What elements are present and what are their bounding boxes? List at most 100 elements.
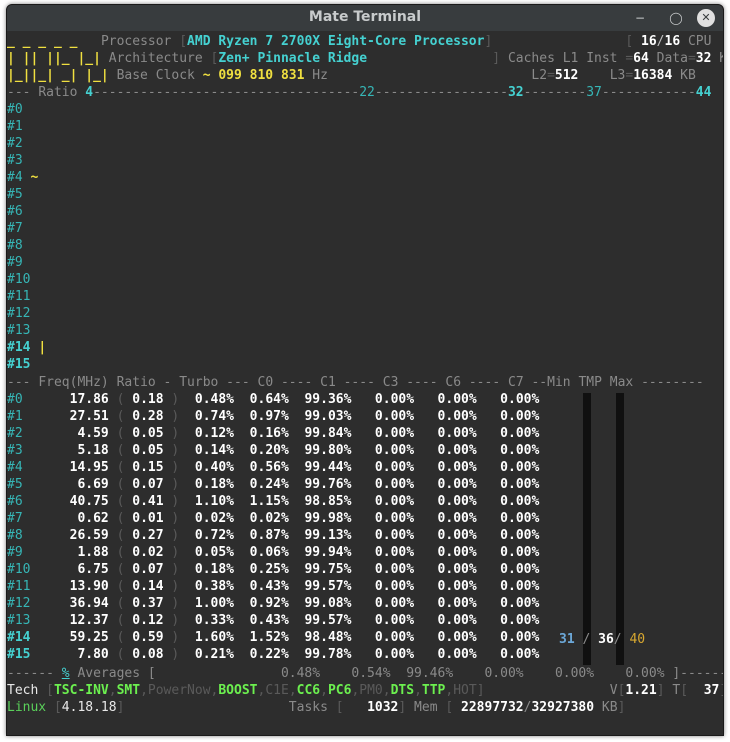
row-ratio: 0.28 bbox=[132, 409, 164, 424]
avg-c1: 99.46% bbox=[406, 666, 454, 681]
row-freq: 40.75 bbox=[69, 494, 109, 509]
header-line-architecture: | || ||_ |_| Architecture [Zen+ Pinnacle… bbox=[7, 50, 723, 67]
core-ratio-row: #10 bbox=[7, 271, 30, 288]
row-core: #15 bbox=[7, 647, 31, 662]
tech-flag: PowerNow bbox=[147, 683, 211, 698]
core-label: #7 bbox=[7, 221, 23, 236]
tech-line: Tech [TSC-INV,SMT,PowerNow,BOOST,C1E,CC6… bbox=[7, 683, 723, 698]
row-turbo: 0.72% bbox=[194, 528, 235, 543]
row-c6: 0.00% bbox=[437, 630, 477, 645]
maximize-icon[interactable]: ◯ bbox=[667, 9, 685, 27]
row-c6: 0.00% bbox=[437, 613, 477, 628]
header-line-processor: _ _ _ _ _ Processor [AMD Ryzen 7 2700X E… bbox=[7, 34, 712, 49]
temp-bar-right bbox=[616, 393, 624, 665]
tech-flag: DTS bbox=[390, 683, 415, 698]
mem-total: 32927380 bbox=[531, 700, 595, 715]
col-c7: C7 bbox=[508, 375, 524, 390]
row-freq: 36.94 bbox=[69, 596, 109, 611]
row-turbo: 0.05% bbox=[194, 545, 235, 560]
row-c3: 0.00% bbox=[374, 596, 415, 611]
row-c3: 0.00% bbox=[374, 460, 415, 475]
row-turbo: 1.60% bbox=[194, 630, 235, 645]
row-ratio: 0.07 bbox=[132, 562, 164, 577]
logo-line-1: _ _ _ _ _ bbox=[7, 34, 78, 49]
core-label: #1 bbox=[7, 119, 23, 134]
table-row: #4 14.95 ( 0.15 ) 0.40% 0.56% 99.44% 0.0… bbox=[7, 460, 540, 475]
temp-min: 31 bbox=[559, 632, 575, 647]
row-c7: 0.00% bbox=[500, 613, 540, 628]
ratio-mark-mid: 32 bbox=[507, 85, 524, 100]
row-c7: 0.00% bbox=[500, 630, 540, 645]
temp-max: 40 bbox=[629, 632, 646, 647]
row-c3: 0.00% bbox=[374, 392, 415, 407]
logo-line-3: |_||_| _| |_| bbox=[7, 68, 109, 83]
window-title: Mate Terminal bbox=[308, 9, 422, 25]
minimize-icon[interactable]: − bbox=[631, 9, 649, 27]
cpu-label: CPU bbox=[687, 34, 712, 49]
row-turbo: 0.33% bbox=[194, 613, 235, 628]
core-ratio-row: #6 bbox=[7, 203, 23, 220]
processor-label: Processor bbox=[100, 34, 172, 49]
row-c1: 98.48% bbox=[304, 630, 352, 645]
title-bar[interactable]: Mate Terminal − ◯ ✕ bbox=[7, 5, 723, 31]
row-turbo: 0.14% bbox=[194, 443, 235, 458]
row-c3: 0.00% bbox=[374, 528, 415, 543]
ratio-mark-boost: 37 bbox=[586, 85, 602, 100]
architecture-value: Zen+ Pinnacle Ridge bbox=[218, 51, 368, 66]
row-freq: 6.69 bbox=[77, 477, 109, 492]
col-c1: C1 bbox=[320, 375, 336, 390]
table-row: #3 5.18 ( 0.05 ) 0.14% 0.20% 99.80% 0.00… bbox=[7, 443, 540, 458]
core-ratio-row: #11 bbox=[7, 288, 30, 305]
row-c6: 0.00% bbox=[437, 545, 477, 560]
tech-flag: C1E bbox=[265, 683, 289, 698]
row-c6: 0.00% bbox=[437, 647, 477, 662]
row-ratio: 0.02 bbox=[132, 545, 164, 560]
row-c6: 0.00% bbox=[437, 579, 477, 594]
avg-c0: 0.54% bbox=[351, 666, 391, 681]
row-c7: 0.00% bbox=[500, 460, 540, 475]
row-c1: 99.44% bbox=[304, 460, 352, 475]
row-freq: 0.62 bbox=[77, 511, 109, 526]
core-label: #11 bbox=[7, 289, 31, 304]
row-c0: 0.24% bbox=[249, 477, 289, 492]
core-ratio-mark: ~ bbox=[30, 170, 39, 185]
row-c3: 0.00% bbox=[374, 477, 415, 492]
row-c6: 0.00% bbox=[437, 409, 477, 424]
terminal-output[interactable]: _ _ _ _ _ Processor [AMD Ryzen 7 2700X E… bbox=[7, 31, 723, 735]
row-freq: 4.59 bbox=[77, 426, 109, 441]
row-ratio: 0.18 bbox=[132, 392, 164, 407]
table-row: #14 59.25 ( 0.59 ) 1.60% 1.52% 98.48% 0.… bbox=[7, 630, 540, 645]
table-row: #13 12.37 ( 0.12 ) 0.33% 0.43% 99.57% 0.… bbox=[7, 613, 540, 628]
core-label: #13 bbox=[7, 323, 31, 338]
core-label: #3 bbox=[7, 153, 23, 168]
row-ratio: 0.37 bbox=[132, 596, 164, 611]
row-ratio: 0.59 bbox=[132, 630, 164, 645]
l3-label: L3 bbox=[609, 68, 626, 83]
row-core: #4 bbox=[7, 460, 23, 475]
row-c3: 0.00% bbox=[374, 647, 415, 662]
core-ratio-row: #5 bbox=[7, 186, 23, 203]
core-ratio-row: #12 bbox=[7, 305, 30, 322]
core-label: #15 bbox=[7, 357, 31, 372]
row-c0: 0.56% bbox=[249, 460, 289, 475]
row-c3: 0.00% bbox=[374, 545, 415, 560]
row-ratio: 0.05 bbox=[132, 443, 164, 458]
tasks-value: 1032 bbox=[367, 700, 399, 715]
close-icon[interactable]: ✕ bbox=[697, 9, 715, 27]
system-line: Linux [4.18.18] Tasks [ 1032] Mem [ 2289… bbox=[7, 700, 626, 715]
table-header: --- Freq(MHz) Ratio - Turbo --- C0 ---- … bbox=[7, 375, 704, 390]
core-ratio-row: #2 bbox=[7, 135, 23, 152]
row-c7: 0.00% bbox=[500, 511, 540, 526]
core-label: #4 bbox=[7, 170, 23, 185]
core-ratio-row: #1 bbox=[7, 118, 23, 135]
core-label: #9 bbox=[7, 255, 23, 270]
row-freq: 6.75 bbox=[77, 562, 109, 577]
tech-flag: PC6 bbox=[327, 683, 352, 698]
row-core: #10 bbox=[7, 562, 31, 577]
os-label: Linux bbox=[7, 700, 47, 715]
row-turbo: 0.02% bbox=[194, 511, 235, 526]
ratio-mark-base: 22 bbox=[359, 85, 375, 100]
row-c6: 0.00% bbox=[437, 426, 477, 441]
architecture-label: Architecture bbox=[108, 51, 203, 66]
base-clock-value: ~ 099 810 831 bbox=[202, 68, 305, 83]
